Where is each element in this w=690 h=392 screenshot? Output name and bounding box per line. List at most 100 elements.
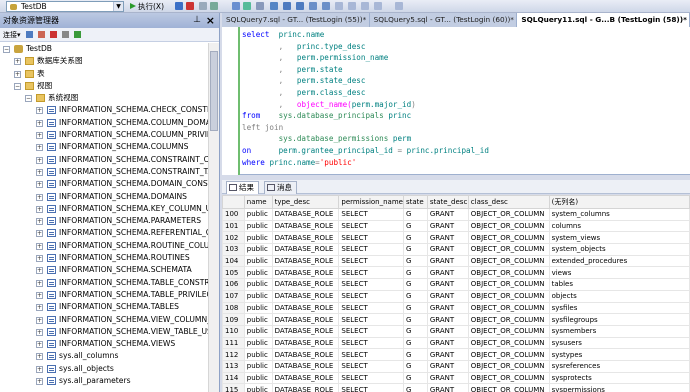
tree-node[interactable]: + INFORMATION_SCHEMA.COLUMNS [0,141,208,153]
outdent-icon[interactable] [309,2,317,10]
tree-node[interactable]: + INFORMATION_SCHEMA.TABLE_PRIVILEGES [0,289,208,301]
table-cell[interactable]: GRANT [426,231,469,245]
table-cell[interactable]: DATABASE_ROLE [271,313,340,326]
tree-node[interactable]: + INFORMATION_SCHEMA.SCHEMATA [0,264,208,276]
parse-icon[interactable] [199,2,207,10]
table-cell[interactable]: G [402,336,428,350]
table-cell[interactable]: OBJECT_OR_COLUMN [467,219,550,233]
tree-node[interactable]: + INFORMATION_SCHEMA.CONSTRAINT_TABLE_USA… [0,166,208,178]
table-cell[interactable]: SELECT [338,243,404,256]
table-cell[interactable]: public [243,278,273,291]
tree-node[interactable]: + 数据库关系图 [0,55,208,67]
table-cell[interactable]: G [402,243,428,256]
table-cell[interactable]: public [243,383,273,392]
table-cell[interactable]: G [402,301,428,315]
connect-button[interactable]: 连接▾ [3,30,21,40]
tree-node[interactable]: + INFORMATION_SCHEMA.KEY_COLUMN_USAGE [0,203,208,215]
close-icon[interactable]: × [206,13,215,28]
table-cell[interactable]: GRANT [426,301,469,315]
table-cell[interactable]: SELECT [338,278,404,291]
column-header[interactable]: name [243,195,273,209]
table-cell[interactable]: public [243,371,273,385]
tree-node[interactable]: + sys.all_columns [0,350,208,362]
tab-messages[interactable]: 消息 [264,181,297,194]
table-cell[interactable]: GRANT [426,219,469,233]
table-cell[interactable]: sysfiles [548,301,690,315]
table-row[interactable]: 114 public DATABASE_ROLE SELECT G GRANT OBJECT… [222,371,690,385]
expand-icon[interactable]: + [36,156,43,164]
tree-node[interactable]: + INFORMATION_SCHEMA.TABLE_CONSTRAINTS [0,277,208,289]
query-options-icon[interactable] [232,2,240,10]
table-cell[interactable]: DATABASE_ROLE [271,324,340,338]
table-cell[interactable]: DATABASE_ROLE [271,254,340,268]
table-cell[interactable]: GRANT [426,383,469,392]
tree-node[interactable]: + INFORMATION_SCHEMA.CHECK_CONSTRAINTS [0,104,208,116]
expand-icon[interactable]: + [36,119,43,127]
refresh-icon[interactable] [73,31,81,38]
table-row[interactable]: 109 public DATABASE_ROLE SELECT G GRANT OBJECT… [222,313,690,326]
table-cell[interactable]: GRANT [426,254,469,268]
table-cell[interactable]: OBJECT_OR_COLUMN [467,348,550,361]
table-cell[interactable]: public [243,313,273,326]
table-row[interactable]: 110 public DATABASE_ROLE SELECT G GRANT OBJECT… [222,324,690,338]
table-cell[interactable]: GRANT [426,348,469,361]
tree-node[interactable]: + INFORMATION_SCHEMA.COLUMN_PRIVILEGES [0,129,208,141]
table-cell[interactable]: public [243,231,273,245]
table-cell[interactable]: G [402,231,428,245]
table-cell[interactable]: DATABASE_ROLE [271,383,340,392]
table-cell[interactable]: SELECT [338,289,404,303]
table-cell[interactable]: SELECT [338,301,404,315]
table-row[interactable]: 107 public DATABASE_ROLE SELECT G GRANT OBJECT… [222,289,690,303]
table-cell[interactable]: tables [548,278,690,291]
expand-icon[interactable]: + [36,328,43,336]
more-icon[interactable] [395,2,403,10]
expand-icon[interactable]: + [36,267,43,275]
table-row[interactable]: 106 public DATABASE_ROLE SELECT G GRANT OBJECT… [222,278,690,291]
table-cell[interactable]: sysfilegroups [548,313,690,326]
column-header[interactable]: type_desc [271,195,340,209]
table-row[interactable]: 103 public DATABASE_ROLE SELECT G GRANT OBJECT… [222,243,690,256]
table-cell[interactable]: DATABASE_ROLE [271,243,340,256]
results-to-grid-icon[interactable] [243,2,251,10]
table-cell[interactable]: SELECT [338,254,404,268]
table-cell[interactable]: SELECT [338,313,404,326]
table-cell[interactable]: G [402,289,428,303]
table-cell[interactable]: G [402,208,428,221]
table-row[interactable]: 108 public DATABASE_ROLE SELECT G GRANT OBJECT… [222,301,690,315]
table-cell[interactable]: SELECT [338,359,404,373]
table-cell[interactable]: DATABASE_ROLE [271,231,340,245]
results-grid[interactable]: name type_desc permission_name state state_d… [222,195,690,392]
tree-node[interactable]: + sys.all_objects [0,363,208,375]
table-cell[interactable]: GRANT [426,266,469,280]
table-cell[interactable]: DATABASE_ROLE [271,219,340,233]
bookmark-icon[interactable] [348,2,356,10]
comment-icon[interactable] [283,2,291,10]
table-cell[interactable]: DATABASE_ROLE [271,371,340,385]
table-cell[interactable]: DATABASE_ROLE [271,359,340,373]
bookmark-prev-icon[interactable] [374,2,382,10]
table-cell[interactable]: OBJECT_OR_COLUMN [467,231,550,245]
bookmark-next-icon[interactable] [361,2,369,10]
table-cell[interactable]: sysusers [548,336,690,350]
indent-icon[interactable] [322,2,330,10]
results-to-file-icon[interactable] [270,2,278,10]
table-cell[interactable]: GRANT [426,324,469,338]
tree-node[interactable]: + INFORMATION_SCHEMA.VIEWS [0,338,208,350]
tree-node[interactable]: − 视图 [0,80,208,92]
table-cell[interactable]: public [243,219,273,233]
expand-icon[interactable]: + [36,181,43,189]
table-cell[interactable]: G [402,324,428,338]
collapse-icon[interactable]: − [25,95,32,103]
tree-node[interactable]: + INFORMATION_SCHEMA.COLUMN_DOMAIN_USAGE [0,117,208,129]
table-row[interactable]: 104 public DATABASE_ROLE SELECT G GRANT OBJECT… [222,254,690,268]
table-cell[interactable]: systypes [548,348,690,361]
expand-icon[interactable]: + [36,193,43,201]
expand-icon[interactable]: + [36,378,43,386]
table-cell[interactable]: public [243,348,273,361]
table-cell[interactable]: OBJECT_OR_COLUMN [467,289,550,303]
expand-icon[interactable]: + [36,107,43,115]
expand-icon[interactable]: + [36,205,43,213]
expand-icon[interactable]: + [36,353,43,361]
disconnect-icon[interactable] [37,31,45,38]
debug-icon[interactable] [175,2,183,10]
